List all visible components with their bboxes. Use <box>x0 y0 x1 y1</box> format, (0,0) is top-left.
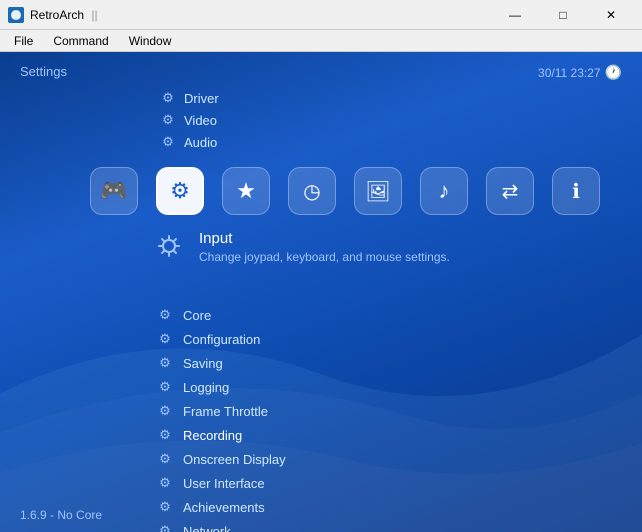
onscreen-display-item[interactable]: ⚙ Onscreen Display <box>155 448 288 470</box>
music-icon-btn[interactable]: ♪ <box>420 167 468 215</box>
info-icon: ℹ <box>572 179 580 204</box>
core-gear-icon: ⚙ <box>157 307 173 323</box>
saving-item[interactable]: ⚙ Saving <box>155 352 288 374</box>
recording-item[interactable]: ⚙ Recording <box>155 424 288 446</box>
user-interface-item[interactable]: ⚙ User Interface <box>155 472 288 494</box>
achievements-item[interactable]: ⚙ Achievements <box>155 496 288 518</box>
input-text-block: Input Change joypad, keyboard, and mouse… <box>199 230 450 264</box>
menu-window[interactable]: Window <box>119 32 182 50</box>
frame-throttle-gear-icon: ⚙ <box>157 403 173 419</box>
close-button[interactable]: ✕ <box>588 0 634 30</box>
driver-gear-icon: ⚙ <box>160 90 176 106</box>
version-label: 1.6.9 - No Core <box>20 508 102 522</box>
driver-item[interactable]: ⚙ Driver <box>160 87 219 109</box>
title-separator: || <box>91 8 97 22</box>
settings-label: Settings <box>20 64 67 79</box>
main-content: Settings 30/11 23:27 🕐 ⚙ Driver ⚙ Video … <box>0 52 642 532</box>
frame-throttle-item[interactable]: ⚙ Frame Throttle <box>155 400 288 422</box>
settings-icon-btn[interactable]: ⚙ <box>156 167 204 215</box>
datetime-display: 30/11 23:27 🕐 <box>538 64 622 81</box>
menu-file[interactable]: File <box>4 32 43 50</box>
gear-icon: ⚙ <box>170 178 190 204</box>
input-title: Input <box>199 230 450 247</box>
title-bar: RetroArch || — □ ✕ <box>0 0 642 30</box>
ui-gear-icon: ⚙ <box>157 475 173 491</box>
image-icon-btn[interactable]: 🖼 <box>354 167 402 215</box>
window-controls: — □ ✕ <box>492 0 634 30</box>
controller-icon-btn[interactable]: 🎮 <box>90 167 138 215</box>
menu-bar: File Command Window <box>0 30 642 52</box>
app-icon <box>8 7 24 23</box>
maximize-button[interactable]: □ <box>540 0 586 30</box>
icon-row: 🎮 ⚙ ★ ◷ 🖼 ♪ ⇄ ℹ <box>90 167 600 215</box>
image-icon: 🖼 <box>365 179 390 204</box>
video-gear-icon: ⚙ <box>160 112 176 128</box>
audio-item[interactable]: ⚙ Audio <box>160 131 219 153</box>
core-item[interactable]: ⚙ Core <box>155 304 288 326</box>
clock-icon-btn[interactable]: ◷ <box>288 167 336 215</box>
network-icon: ⇄ <box>502 179 519 204</box>
recording-gear-icon: ⚙ <box>157 427 173 443</box>
logging-gear-icon: ⚙ <box>157 379 173 395</box>
configuration-gear-icon: ⚙ <box>157 331 173 347</box>
network-icon-btn[interactable]: ⇄ <box>486 167 534 215</box>
clock-icon: ◷ <box>303 179 320 204</box>
input-gear-icon <box>155 232 183 266</box>
app-title: RetroArch || <box>30 8 492 22</box>
video-item[interactable]: ⚙ Video <box>160 109 219 131</box>
audio-gear-icon: ⚙ <box>160 134 176 150</box>
network-gear-icon: ⚙ <box>157 523 173 532</box>
star-icon: ★ <box>236 178 256 204</box>
menu-command[interactable]: Command <box>43 32 118 50</box>
input-description: Change joypad, keyboard, and mouse setti… <box>199 250 450 264</box>
minimize-button[interactable]: — <box>492 0 538 30</box>
onscreen-gear-icon: ⚙ <box>157 451 173 467</box>
info-icon-btn[interactable]: ℹ <box>552 167 600 215</box>
music-icon: ♪ <box>439 178 450 204</box>
logging-item[interactable]: ⚙ Logging <box>155 376 288 398</box>
network-item[interactable]: ⚙ Network <box>155 520 288 532</box>
settings-list: ⚙ Core ⚙ Configuration ⚙ Saving ⚙ Loggin… <box>155 304 288 532</box>
top-menu-items: ⚙ Driver ⚙ Video ⚙ Audio <box>160 87 219 153</box>
input-section: Input Change joypad, keyboard, and mouse… <box>155 230 450 266</box>
saving-gear-icon: ⚙ <box>157 355 173 371</box>
star-icon-btn[interactable]: ★ <box>222 167 270 215</box>
clock-indicator: 🕐 <box>605 64 622 81</box>
configuration-item[interactable]: ⚙ Configuration <box>155 328 288 350</box>
achievements-gear-icon: ⚙ <box>157 499 173 515</box>
